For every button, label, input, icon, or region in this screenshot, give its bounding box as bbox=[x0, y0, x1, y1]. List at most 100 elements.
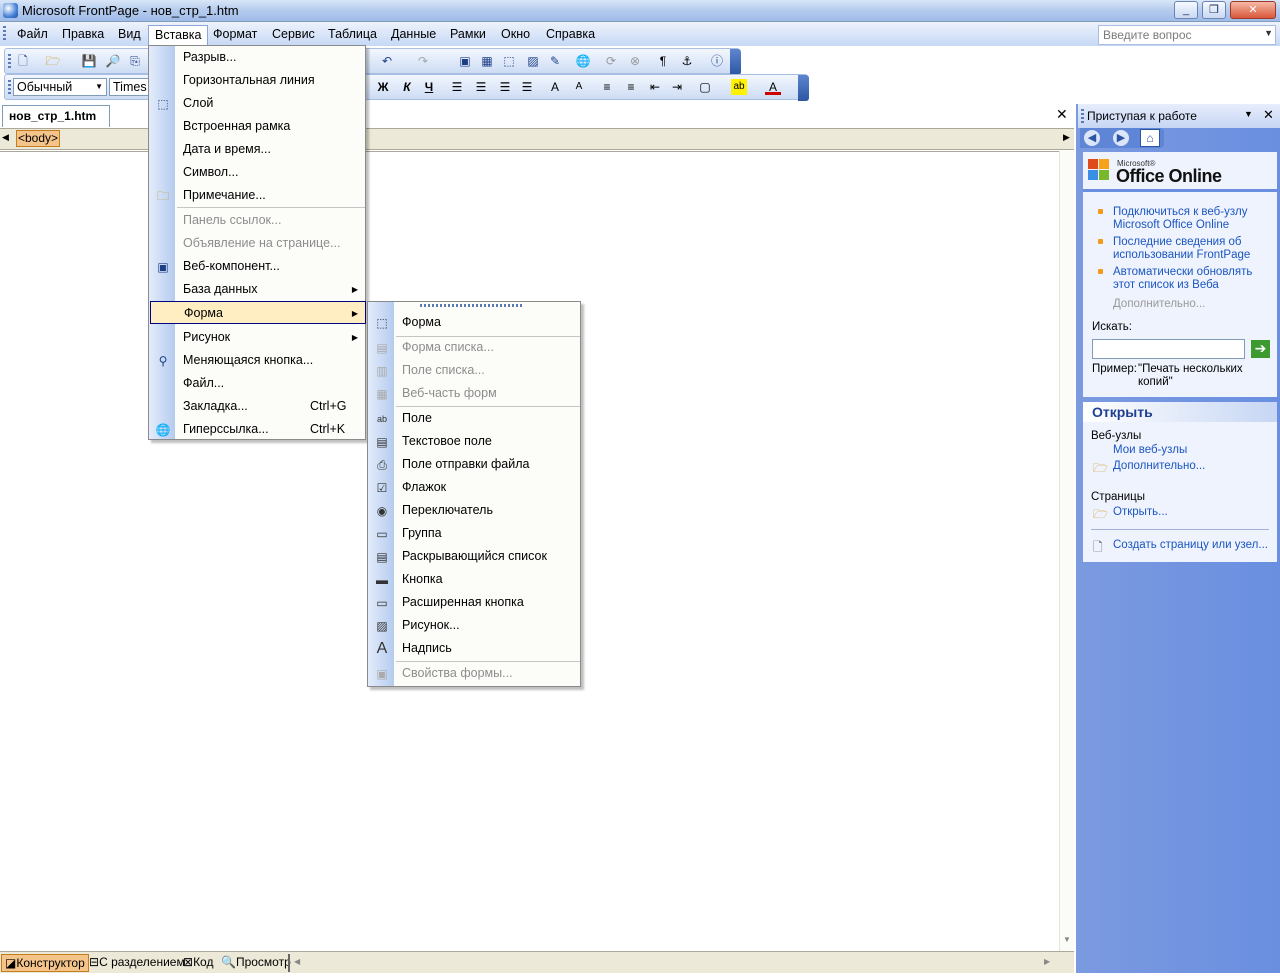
view-split-button[interactable]: ⊟С разделением bbox=[86, 954, 188, 972]
form-submenu-item[interactable]: ▤ Раскрывающийся список bbox=[369, 545, 580, 568]
highlight-icon[interactable]: ab bbox=[731, 79, 747, 95]
justify-icon[interactable]: ☰ bbox=[519, 79, 535, 95]
form-submenu-item[interactable]: ▭ Расширенная кнопка bbox=[369, 591, 580, 614]
insert-menu-item[interactable]: База данных ▶ bbox=[150, 278, 365, 301]
task-pane-grip[interactable] bbox=[1081, 109, 1084, 123]
insert-menu-item[interactable]: Форма ▶ bbox=[150, 301, 366, 324]
link-latest-news[interactable]: Последние сведения об использовании Fron… bbox=[1113, 236, 1263, 262]
form-submenu-item[interactable]: ▨ Рисунок... bbox=[369, 614, 580, 637]
form-submenu-item[interactable]: ▭ Группа bbox=[369, 522, 580, 545]
view-design-button[interactable]: ◪Конструктор bbox=[1, 954, 89, 972]
hyperlink-icon[interactable]: 🌐 bbox=[575, 53, 591, 69]
insert-menu-item[interactable]: Файл... bbox=[150, 372, 365, 395]
form-submenu-item[interactable]: A Надпись bbox=[369, 637, 580, 660]
menu-frames[interactable]: Рамки bbox=[444, 25, 492, 43]
toolbar-grip[interactable] bbox=[8, 80, 11, 96]
menu-view[interactable]: Вид bbox=[112, 25, 147, 43]
bold-icon[interactable]: Ж bbox=[375, 79, 391, 95]
stop-icon[interactable]: ⊗ bbox=[627, 53, 643, 69]
drawing-icon[interactable]: ✎ bbox=[547, 53, 563, 69]
insert-menu-item[interactable]: Закладка... Ctrl+G bbox=[150, 395, 365, 418]
vertical-scrollbar[interactable]: ▼ bbox=[1059, 151, 1074, 951]
link-connect-office-online[interactable]: Подключиться к веб-узлу Microsoft Office… bbox=[1113, 206, 1263, 232]
find-icon[interactable]: 🔎 bbox=[105, 53, 121, 69]
style-select[interactable]: Обычный ▼ bbox=[13, 78, 107, 96]
menu-insert[interactable]: Вставка bbox=[148, 25, 209, 46]
web-component-icon[interactable]: ▣ bbox=[457, 53, 473, 69]
new-page-icon[interactable]: 🗋 bbox=[15, 53, 31, 69]
insert-menu-item[interactable]: Разрыв... bbox=[150, 46, 365, 69]
insert-menu-item[interactable]: 🌐 Гиперссылка... Ctrl+K bbox=[150, 418, 365, 441]
form-submenu-item[interactable]: ◉ Переключатель bbox=[369, 499, 580, 522]
insert-menu-item[interactable]: Горизонтальная линия bbox=[150, 69, 365, 92]
insert-menu-item[interactable]: Символ... bbox=[150, 161, 365, 184]
maximize-button[interactable]: ❐ bbox=[1202, 1, 1226, 19]
view-code-button[interactable]: ⊠Код bbox=[180, 954, 216, 972]
bulleted-list-icon[interactable]: ≡ bbox=[623, 79, 639, 95]
insert-menu-item[interactable]: ⚲ Меняющаяся кнопка... bbox=[150, 349, 365, 372]
form-submenu-item[interactable]: ab Поле bbox=[369, 407, 580, 430]
refresh-icon[interactable]: ⟳ bbox=[603, 53, 619, 69]
undo-icon[interactable]: ↶ bbox=[379, 53, 395, 69]
task-pane-menu-icon[interactable]: ▼ bbox=[1244, 109, 1253, 119]
align-left-icon[interactable]: ☰ bbox=[449, 79, 465, 95]
font-color-icon[interactable]: A bbox=[765, 79, 781, 95]
menu-edit[interactable]: Правка bbox=[56, 25, 110, 43]
decrease-indent-icon[interactable]: ⇤ bbox=[647, 79, 663, 95]
minimize-button[interactable]: _ bbox=[1174, 1, 1198, 19]
hscroll-left-icon[interactable]: ◀ bbox=[294, 957, 300, 966]
help-icon[interactable]: ⓘ bbox=[709, 53, 725, 69]
search-go-icon[interactable]: ➔ bbox=[1251, 340, 1270, 358]
tag-right-arrow-icon[interactable]: ▶ bbox=[1063, 132, 1070, 143]
form-submenu-item[interactable]: ▬ Кнопка bbox=[369, 568, 580, 591]
tag-left-arrow-icon[interactable]: ◀ bbox=[2, 132, 9, 143]
font-select[interactable]: Times New Roman bbox=[109, 78, 149, 96]
help-question-input[interactable]: Введите вопрос ▼ bbox=[1098, 25, 1276, 45]
redo-icon[interactable]: ↷ bbox=[415, 53, 431, 69]
menu-format[interactable]: Формат bbox=[207, 25, 263, 43]
form-submenu-item[interactable]: ⬚ Форма bbox=[369, 311, 580, 334]
open-page-link[interactable]: Открыть... bbox=[1113, 506, 1168, 518]
chevron-down-icon[interactable]: ▼ bbox=[1264, 28, 1273, 38]
menu-tools[interactable]: Сервис bbox=[266, 25, 321, 43]
document-tab[interactable]: нов_стр_1.htm bbox=[2, 105, 110, 127]
menu-help[interactable]: Справка bbox=[540, 25, 601, 43]
menu-table[interactable]: Таблица bbox=[322, 25, 383, 43]
more-link[interactable]: Дополнительно... bbox=[1113, 298, 1205, 310]
form-submenu-item[interactable]: ⎙ Поле отправки файла bbox=[369, 453, 580, 476]
close-task-pane-icon[interactable]: ✕ bbox=[1263, 107, 1274, 123]
copy-icon[interactable]: ⎘ bbox=[127, 53, 143, 69]
websites-more-link[interactable]: Дополнительно... bbox=[1113, 460, 1205, 472]
form-submenu-item[interactable]: ▤ Текстовое поле bbox=[369, 430, 580, 453]
hscroll-right-icon[interactable]: ▶ bbox=[1044, 957, 1050, 966]
insert-table-icon[interactable]: ▦ bbox=[479, 53, 495, 69]
search-input[interactable] bbox=[1092, 339, 1245, 359]
align-right-icon[interactable]: ☰ bbox=[497, 79, 513, 95]
menu-window[interactable]: Окно bbox=[495, 25, 536, 43]
create-page-link[interactable]: Создать страницу или узел... bbox=[1113, 539, 1268, 551]
insert-menu-item[interactable]: ⬚ Слой bbox=[150, 92, 365, 115]
borders-icon[interactable]: ▢ bbox=[697, 79, 713, 95]
toolbar-options-icon[interactable] bbox=[798, 75, 809, 101]
home-icon[interactable]: ⌂ bbox=[1140, 129, 1160, 147]
increase-indent-icon[interactable]: ⇥ bbox=[669, 79, 685, 95]
numbered-list-icon[interactable]: ≡ bbox=[599, 79, 615, 95]
chevron-down-icon[interactable]: ▼ bbox=[95, 82, 103, 91]
grow-font-icon[interactable]: A bbox=[547, 79, 563, 95]
my-websites-link[interactable]: Мои веб-узлы bbox=[1113, 444, 1187, 456]
insert-menu-item[interactable]: Дата и время... bbox=[150, 138, 365, 161]
view-preview-button[interactable]: 🔍Просмотр bbox=[218, 954, 294, 972]
form-submenu-item[interactable]: ☑ Флажок bbox=[369, 476, 580, 499]
insert-menu-item[interactable]: 🗀 Примечание... bbox=[150, 184, 365, 207]
toolbar-options-icon[interactable] bbox=[730, 49, 741, 75]
back-icon[interactable]: ◀ bbox=[1084, 130, 1100, 146]
menu-file[interactable]: Файл bbox=[11, 25, 54, 43]
save-icon[interactable]: 💾 bbox=[81, 53, 97, 69]
menubar-grip[interactable] bbox=[3, 26, 6, 42]
pilcrow-icon[interactable]: ¶ bbox=[655, 53, 671, 69]
insert-menu-item[interactable]: Встроенная рамка bbox=[150, 115, 365, 138]
align-center-icon[interactable]: ☰ bbox=[473, 79, 489, 95]
insert-layer-icon[interactable]: ⬚ bbox=[501, 53, 517, 69]
shrink-font-icon[interactable]: A bbox=[571, 79, 587, 95]
close-document-icon[interactable]: ✕ bbox=[1056, 106, 1068, 123]
